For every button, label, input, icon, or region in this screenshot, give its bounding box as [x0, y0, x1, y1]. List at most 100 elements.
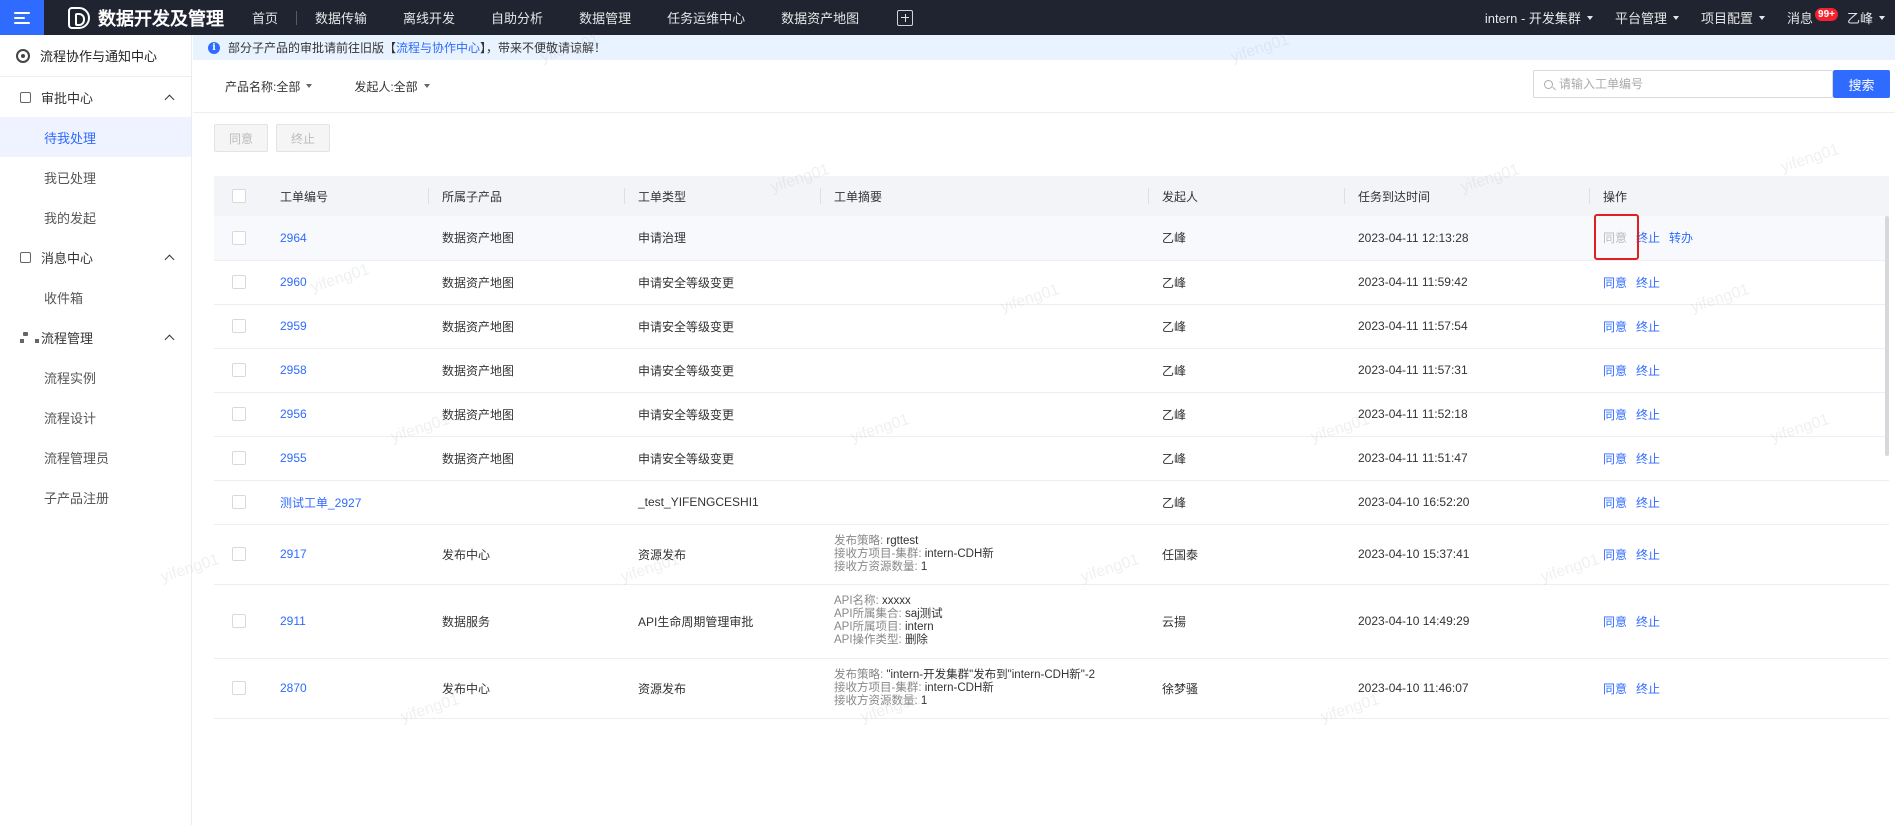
user-menu[interactable]: 乙峰	[1835, 8, 1895, 27]
summary-key: 接收方项目-集群:	[834, 547, 922, 560]
sidebar-header: 流程协作与通知中心	[0, 35, 191, 77]
notice-link[interactable]: 流程与协作中心	[396, 39, 480, 56]
cell-product: 数据资产地图	[428, 348, 624, 393]
row-checkbox[interactable]	[232, 681, 246, 696]
terminate-action[interactable]: 终止	[1636, 320, 1660, 334]
ticket-id-link[interactable]: 2955	[280, 451, 307, 465]
nav-data-transfer[interactable]: 数据传输	[297, 8, 385, 27]
search-input[interactable]	[1559, 77, 1819, 91]
row-checkbox[interactable]	[232, 451, 246, 466]
ticket-id-link[interactable]: 2960	[280, 275, 307, 289]
sidebar-group-messages[interactable]: 消息中心	[0, 237, 191, 277]
cell-summary	[820, 304, 1148, 349]
col-header-ops: 操作	[1589, 176, 1889, 216]
approve-action[interactable]: 同意	[1603, 276, 1627, 290]
sidebar-item-inbox[interactable]: 收件箱	[0, 277, 191, 317]
messages-menu[interactable]: 消息 99+	[1775, 8, 1838, 27]
terminate-action[interactable]: 终止	[1636, 231, 1660, 245]
row-checkbox[interactable]	[232, 275, 246, 290]
row-select-cell	[214, 348, 266, 393]
sidebar-item-pending[interactable]: 待我处理	[0, 117, 191, 157]
terminate-action[interactable]: 终止	[1636, 548, 1660, 562]
bulk-terminate-button[interactable]: 终止	[276, 124, 331, 152]
terminate-action[interactable]: 终止	[1636, 408, 1660, 422]
ticket-id-link[interactable]: 2956	[280, 407, 307, 421]
cell-initiator: 云揚	[1148, 584, 1344, 659]
cell-ops: 同意 终止	[1589, 436, 1889, 481]
summary-value: intern-CDH新	[924, 547, 994, 560]
sidebar-group-label: 流程管理	[41, 330, 94, 346]
cell-initiator: 乙峰	[1148, 216, 1344, 261]
summary-key: 接收方项目-集群:	[834, 681, 922, 694]
approve-action-disabled[interactable]: 同意	[1603, 231, 1627, 245]
brand[interactable]: 数据开发及管理	[68, 5, 224, 31]
add-tab-icon[interactable]	[897, 9, 914, 26]
approve-action[interactable]: 同意	[1603, 452, 1627, 466]
caret-down-icon	[1758, 15, 1765, 20]
bulk-approve-button[interactable]: 同意	[214, 124, 269, 152]
sidebar-item-handled[interactable]: 我已处理	[0, 157, 191, 197]
terminate-action[interactable]: 终止	[1636, 452, 1660, 466]
ticket-id-link[interactable]: 2870	[280, 681, 307, 695]
cell-summary: API名称: xxxxx API所属集合: saj测试 API所属项目: inter…	[820, 584, 1148, 659]
terminate-action[interactable]: 终止	[1636, 364, 1660, 378]
ticket-id-link[interactable]: 2959	[280, 319, 307, 333]
product-filter-label: 产品名称:全部	[225, 79, 301, 94]
select-all-checkbox[interactable]	[232, 189, 246, 204]
approve-action[interactable]: 同意	[1603, 548, 1627, 562]
row-checkbox[interactable]	[232, 614, 246, 629]
ticket-id-link[interactable]: 2911	[280, 614, 306, 628]
approve-action[interactable]: 同意	[1603, 615, 1627, 629]
initiator-filter[interactable]: 发起人:全部	[354, 78, 430, 95]
sidebar-group-label: 审批中心	[41, 90, 94, 106]
sidebar-item-subproduct-register[interactable]: 子产品注册	[0, 477, 191, 517]
sidebar-item-process-instance[interactable]: 流程实例	[0, 357, 191, 397]
ticket-id-link[interactable]: 2958	[280, 363, 307, 377]
cell-summary	[820, 260, 1148, 305]
terminate-action[interactable]: 终止	[1636, 496, 1660, 510]
approve-action[interactable]: 同意	[1603, 364, 1627, 378]
table-scrollbar[interactable]	[1885, 216, 1889, 456]
summary-line: 接收方项目-集群: intern-CDH新	[834, 548, 1148, 561]
sidebar-item-process-design[interactable]: 流程设计	[0, 397, 191, 437]
nav-offline-dev[interactable]: 离线开发	[385, 8, 473, 27]
cell-type: 申请治理	[624, 216, 820, 261]
product-filter[interactable]: 产品名称:全部	[225, 78, 313, 95]
terminate-action[interactable]: 终止	[1636, 276, 1660, 290]
ticket-id-link[interactable]: 测试工单_2927	[280, 496, 361, 510]
row-checkbox[interactable]	[232, 495, 246, 510]
col-header-id: 工单编号	[266, 176, 428, 216]
approve-action[interactable]: 同意	[1603, 496, 1627, 510]
approve-action[interactable]: 同意	[1603, 320, 1627, 334]
table-row: 2964 数据资产地图 申请治理 乙峰 2023-04-11 12:13:28 同意 终止转…	[214, 214, 1889, 261]
ticket-id-link[interactable]: 2964	[280, 231, 307, 245]
approve-action[interactable]: 同意	[1603, 682, 1627, 696]
table-row: 2911 数据服务 API生命周期管理审批 API名称: xxxxx API所属集合: …	[214, 584, 1889, 659]
row-checkbox[interactable]	[232, 231, 246, 246]
nav-task-ops[interactable]: 任务运维中心	[649, 8, 763, 27]
nav-asset-map[interactable]: 数据资产地图	[763, 8, 877, 27]
search-button[interactable]: 搜索	[1833, 70, 1890, 98]
sidebar-item-process-admin[interactable]: 流程管理员	[0, 437, 191, 477]
approve-action[interactable]: 同意	[1603, 408, 1627, 422]
sidebar-group-approval[interactable]: 审批中心	[0, 77, 191, 117]
terminate-action[interactable]: 终止	[1636, 615, 1660, 629]
ticket-id-link[interactable]: 2917	[280, 547, 307, 561]
sidebar-group-process[interactable]: 流程管理	[0, 317, 191, 357]
col-header-time: 任务到达时间	[1344, 176, 1589, 216]
project-menu[interactable]: 项目配置	[1689, 8, 1775, 27]
nav-home[interactable]: 首页	[234, 8, 296, 27]
messages-label: 消息	[1786, 11, 1813, 26]
row-checkbox[interactable]	[232, 547, 246, 562]
menu-toggle-button[interactable]	[0, 0, 44, 35]
nav-self-analysis[interactable]: 自助分析	[473, 8, 561, 27]
terminate-action[interactable]: 终止	[1636, 682, 1660, 696]
row-checkbox[interactable]	[232, 407, 246, 422]
transfer-action[interactable]: 转办	[1669, 231, 1693, 245]
cluster-selector[interactable]: intern - 开发集群	[1473, 8, 1603, 27]
row-checkbox[interactable]	[232, 363, 246, 378]
platform-menu[interactable]: 平台管理	[1603, 8, 1689, 27]
sidebar-item-initiated[interactable]: 我的发起	[0, 197, 191, 237]
nav-data-management[interactable]: 数据管理	[561, 8, 649, 27]
row-checkbox[interactable]	[232, 319, 246, 334]
